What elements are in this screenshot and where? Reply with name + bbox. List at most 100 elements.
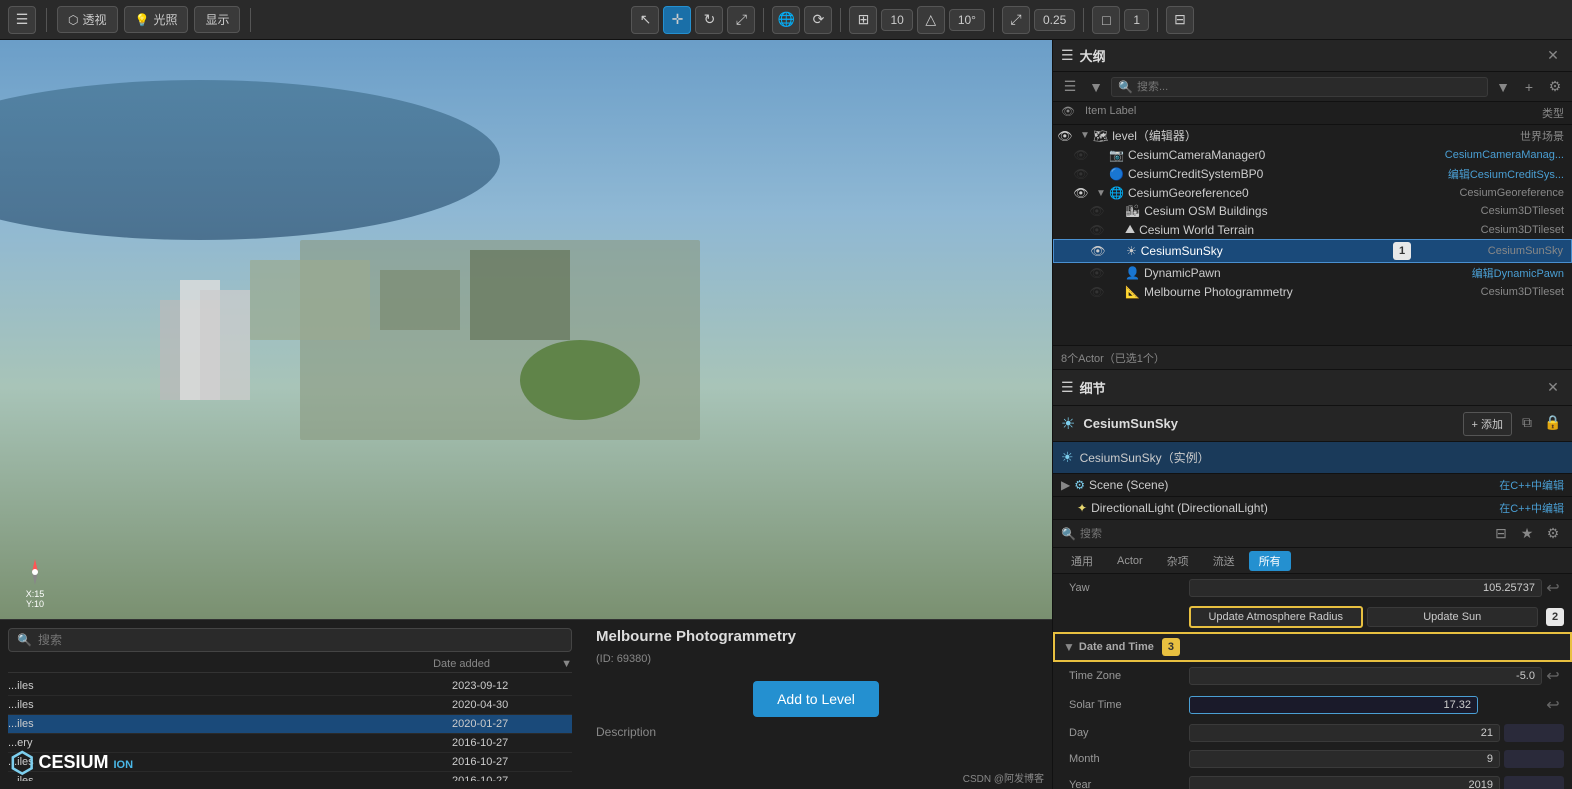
asset-row-1[interactable]: ...iles 2020-04-30 (8, 696, 572, 715)
solar-reset[interactable]: ↩ (1542, 694, 1564, 716)
eye-sunsky[interactable]: 👁 (1086, 244, 1110, 258)
scale-value[interactable]: 0.25 (1034, 9, 1075, 31)
outline-dropdown-btn[interactable]: ▼ (1492, 76, 1514, 98)
month-value[interactable]: 9 (1189, 750, 1500, 768)
eye-camera[interactable]: 👁 (1069, 148, 1093, 162)
view-icon[interactable]: □ (1092, 6, 1120, 34)
eye-terrain[interactable]: 👁 (1085, 223, 1109, 237)
tree-row-georeference[interactable]: 👁 ▼ 🌐 CesiumGeoreference0 CesiumGeorefer… (1053, 184, 1572, 202)
tree-row-camera[interactable]: 👁 📷 CesiumCameraManager0 CesiumCameraMan… (1053, 146, 1572, 164)
instance-row: ☀ CesiumSunSky（实例） (1053, 442, 1572, 474)
world-icon[interactable]: 🌐 (772, 6, 800, 34)
scene-label: Scene (Scene) (1089, 478, 1168, 492)
outline-close-btn[interactable]: ✕ (1542, 45, 1564, 67)
solar-slider[interactable] (1482, 696, 1542, 714)
type-credit[interactable]: 编辑CesiumCreditSys... (1412, 166, 1572, 182)
asset-search-input[interactable] (38, 633, 563, 647)
compass-area: X:15Y:10 (20, 557, 50, 609)
select-tool[interactable]: ↖ (631, 6, 659, 34)
angle-icon[interactable]: △ (917, 6, 945, 34)
display-btn[interactable]: 显示 (194, 6, 240, 33)
tab-stream[interactable]: 流送 (1203, 551, 1245, 571)
outline-expand-btn[interactable]: ▼ (1085, 76, 1107, 98)
update-atmosphere-btn[interactable]: Update Atmosphere Radius (1189, 606, 1363, 628)
details-star[interactable]: ★ (1516, 523, 1538, 545)
tree-row-level[interactable]: 👁 ▼ 🗺 level（编辑器） 世界场景 (1053, 125, 1572, 146)
angle-value[interactable]: 10° (949, 9, 985, 31)
view-value[interactable]: 1 (1124, 9, 1149, 31)
details-search-input[interactable] (1080, 528, 1486, 540)
tab-all[interactable]: 所有 (1249, 551, 1291, 571)
yaw-value[interactable]: 105.25737 (1189, 579, 1542, 597)
outline-add-btn[interactable]: + (1518, 76, 1540, 98)
eye-osm[interactable]: 👁 (1085, 204, 1109, 218)
outline-search[interactable]: 🔍 (1111, 77, 1488, 97)
expand-geo[interactable]: ▼ (1093, 188, 1109, 199)
menu-icon[interactable]: ☰ (8, 6, 36, 34)
details-lock-icon[interactable]: 🔒 (1542, 412, 1564, 434)
details-close-btn[interactable]: ✕ (1542, 377, 1564, 399)
grid-value[interactable]: 10 (881, 9, 912, 31)
eye-credit[interactable]: 👁 (1069, 167, 1093, 181)
scene-link[interactable]: 在C++中编辑 (1499, 477, 1564, 493)
sunsky-badge: 1 (1393, 242, 1411, 260)
layout-icon[interactable]: ⊟ (1166, 6, 1194, 34)
asset-search[interactable]: 🔍 (8, 628, 572, 652)
yaw-reset[interactable]: ↩ (1542, 577, 1564, 599)
rotate-tool[interactable]: ↻ (695, 6, 723, 34)
watermark: CSDN @阿发博客 (963, 770, 1044, 785)
year-slider[interactable] (1504, 776, 1564, 789)
timezone-value[interactable]: -5.0 (1189, 667, 1542, 685)
lighting-btn[interactable]: 💡 光照 (124, 6, 189, 33)
date-sort-icon[interactable]: ▼ (561, 658, 572, 670)
details-add-btn[interactable]: + 添加 (1463, 412, 1512, 436)
day-slider[interactable] (1504, 724, 1564, 742)
tab-general[interactable]: 通用 (1061, 551, 1103, 571)
details-settings2[interactable]: ⚙ (1542, 523, 1564, 545)
tree-row-credit[interactable]: 👁 🔵 CesiumCreditSystemBP0 编辑CesiumCredit… (1053, 164, 1572, 184)
year-value[interactable]: 2019 (1189, 776, 1500, 789)
local-icon[interactable]: ⟳ (804, 6, 832, 34)
asset-row-2[interactable]: ...iles 2020-01-27 (8, 715, 572, 734)
tab-misc[interactable]: 杂项 (1157, 551, 1199, 571)
tree-row-osm[interactable]: 👁 🏙 Cesium OSM Buildings Cesium3DTileset (1053, 202, 1572, 220)
directional-row[interactable]: ✦ DirectionalLight (DirectionalLight) 在C… (1053, 497, 1572, 520)
eye-pawn[interactable]: 👁 (1085, 266, 1109, 280)
tree-row-photo[interactable]: 👁 📐 Melbourne Photogrammetry Cesium3DTil… (1053, 283, 1572, 301)
day-value[interactable]: 21 (1189, 724, 1500, 742)
tree-row-pawn[interactable]: 👁 👤 DynamicPawn 编辑DynamicPawn (1053, 263, 1572, 283)
details-menu-icon[interactable]: ☰ (1061, 379, 1074, 396)
type-camera[interactable]: CesiumCameraManag... (1412, 149, 1572, 161)
solar-value[interactable]: 17.32 (1189, 696, 1478, 714)
timezone-reset[interactable]: ↩ (1542, 665, 1564, 687)
arrow-icon[interactable]: ⤢ (1002, 6, 1030, 34)
directional-link[interactable]: 在C++中编辑 (1499, 500, 1564, 516)
asset-row-0[interactable]: ...iles 2023-09-12 (8, 677, 572, 696)
type-pawn[interactable]: 编辑DynamicPawn (1412, 265, 1572, 281)
outline-menu-icon[interactable]: ☰ (1061, 47, 1074, 64)
eye-level[interactable]: 👁 (1053, 129, 1077, 143)
expand-level[interactable]: ▼ (1077, 130, 1093, 141)
asset-date-5: 2016-10-27 (452, 775, 572, 781)
solar-label: Solar Time (1069, 699, 1189, 711)
add-to-level-button[interactable]: Add to Level (753, 681, 879, 717)
outline-search-input[interactable] (1137, 81, 1481, 93)
tab-actor[interactable]: Actor (1107, 553, 1153, 569)
grid-icon[interactable]: ⊞ (849, 6, 877, 34)
outline-filter-btn[interactable]: ☰ (1059, 76, 1081, 98)
eye-photo[interactable]: 👁 (1085, 285, 1109, 299)
details-table-view[interactable]: ⊟ (1490, 523, 1512, 545)
scale-tool[interactable]: ⤢ (727, 6, 755, 34)
perspective-btn[interactable]: ⬡ 透视 (57, 6, 118, 33)
scene-row[interactable]: ▶ ⚙ Scene (Scene) 在C++中编辑 (1053, 474, 1572, 497)
details-copy-icon[interactable]: ⧉ (1516, 412, 1538, 434)
move-tool[interactable]: ✛ (663, 6, 691, 34)
tree-row-sunsky[interactable]: 👁 ☀ CesiumSunSky 1 CesiumSunSky (1053, 239, 1572, 263)
update-sun-btn[interactable]: Update Sun (1367, 607, 1539, 627)
month-slider[interactable] (1504, 750, 1564, 768)
outline-settings-btn[interactable]: ⚙ (1544, 76, 1566, 98)
date-time-header[interactable]: ▼ Date and Time 3 (1053, 632, 1572, 662)
eye-geo[interactable]: 👁 (1069, 186, 1093, 200)
viewport[interactable]: 🔍 Date added ▼ ...iles 2023-09-12 ...ile… (0, 40, 1052, 789)
tree-row-terrain[interactable]: 👁 ⛰ Cesium World Terrain Cesium3DTileset (1053, 220, 1572, 239)
